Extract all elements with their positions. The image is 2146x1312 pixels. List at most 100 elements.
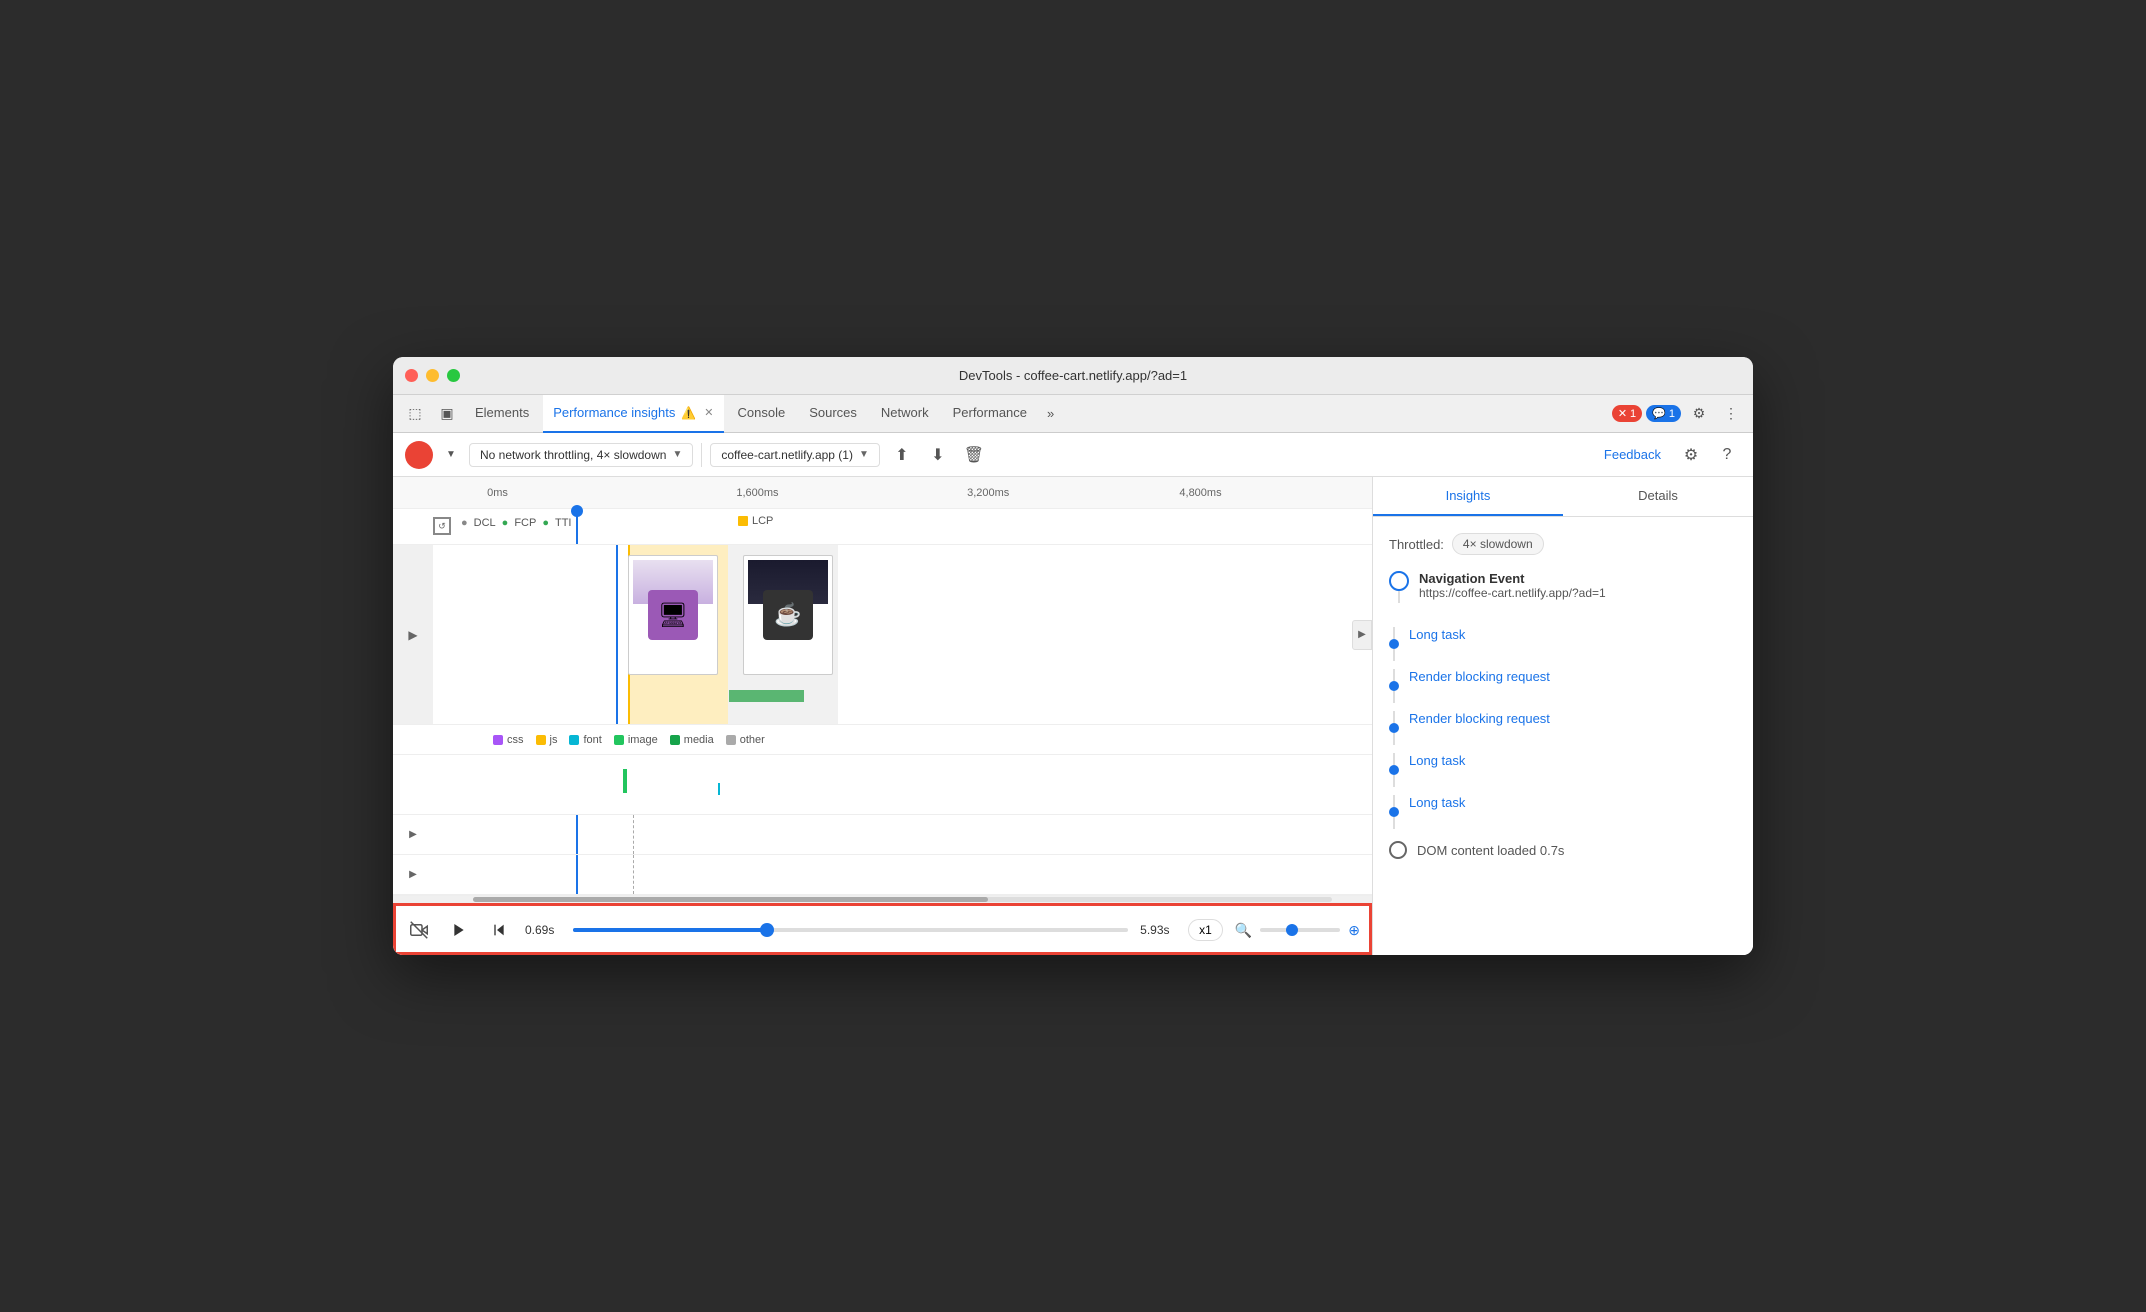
end-time: 5.93s [1140,923,1176,937]
skip-to-start-button[interactable] [485,916,513,944]
tab-console[interactable]: Console [728,395,796,433]
minimize-button[interactable] [426,369,439,382]
devtools-window: DevTools - coffee-cart.netlify.app/?ad=1… [393,357,1753,955]
timeline-header: 0ms 1,600ms 3,200ms 4,800ms [393,477,1372,509]
record-dropdown[interactable]: ▼ [441,445,461,465]
tab-insights[interactable]: Insights [1373,477,1563,516]
current-time: 0.69s [525,923,561,937]
net-bar-font [718,783,720,795]
dcm-icon [1389,841,1407,859]
zoom-thumb[interactable] [1286,924,1298,936]
other-color [726,735,736,745]
slider-thumb[interactable] [760,923,774,937]
tab-warning-icon: ⚠️ [681,406,696,420]
playback-slider[interactable] [573,928,1128,932]
nav-event-line [1398,591,1400,603]
scroll-track[interactable] [473,897,1332,902]
item4-line-top [1393,795,1395,807]
nav-event-title: Navigation Event [1419,571,1737,586]
main-content: 0ms 1,600ms 3,200ms 4,800ms ↺ ● [393,477,1753,955]
throttle-dropdown[interactable]: No network throttling, 4× slowdown ▼ [469,443,693,467]
legend-row: css js font image media [393,725,1372,755]
expand-row1[interactable]: ▶ [393,815,433,854]
panel-tabs: Insights Details [1373,477,1753,517]
camera-off-icon[interactable] [405,916,433,944]
play-button[interactable] [445,916,473,944]
green-progress-bar [729,690,804,702]
title-bar: DevTools - coffee-cart.netlify.app/?ad=1 [393,357,1753,395]
item3-dot [1389,765,1399,775]
screenshot-2-icon: ☕ [763,590,813,640]
long-task-link-0[interactable]: Long task [1409,627,1465,642]
maximize-button[interactable] [447,369,460,382]
tab-performance-insights[interactable]: Performance insights ⚠️ ✕ [543,395,723,433]
speed-button[interactable]: x1 [1188,919,1223,941]
right-panel: Insights Details Throttled: 4× slowdown [1373,477,1753,955]
zoom-slider[interactable] [1260,928,1340,932]
settings2-icon[interactable]: ⚙ [1677,441,1705,469]
tab-bar: ⬚ ▣ Elements Performance insights ⚠️ ✕ C… [393,395,1753,433]
fcp-label: FCP [514,517,536,529]
font-color [569,735,579,745]
upload-icon[interactable]: ⬆ [888,441,916,469]
chat-badge[interactable]: 💬 1 [1646,405,1681,422]
long-task-link-1[interactable]: Long task [1409,753,1465,768]
feedback-link[interactable]: Feedback [1604,447,1661,462]
expand-row2[interactable]: ▶ [393,855,433,894]
toolbar-divider [701,443,702,467]
tab-network[interactable]: Network [871,395,939,433]
nav-event-icon [1389,571,1409,591]
timeline-scrollbar[interactable] [393,895,1372,903]
tab-performance[interactable]: Performance [943,395,1037,433]
render-blocking-1[interactable]: Render blocking request [1409,711,1550,726]
inspect-icon[interactable]: ▣ [433,400,461,428]
tab-details[interactable]: Details [1563,477,1753,516]
cursor-icon[interactable]: ⬚ [401,400,429,428]
download-icon[interactable]: ⬇ [924,441,952,469]
collapse-arrow[interactable]: ▶ [1352,620,1372,650]
tab-sources[interactable]: Sources [799,395,867,433]
legend-js: js [536,734,558,746]
slider-fill [573,928,767,932]
tab-close-icon[interactable]: ✕ [704,406,713,419]
item3-timeline [1389,753,1399,787]
item1-line-top [1393,669,1395,681]
target-dropdown[interactable]: coffee-cart.netlify.app (1) ▼ [710,443,880,467]
zoom-in-icon[interactable]: ⊕ [1348,922,1360,939]
item3-line-top [1393,753,1395,765]
help-icon[interactable]: ? [1713,441,1741,469]
long-task-link-2[interactable]: Long task [1409,795,1465,810]
zoom-controls: 🔍 ⊕ [1235,922,1360,939]
time-marker-1: 1,600ms [736,487,778,499]
playback-bar: 0.69s 5.93s x1 🔍 ⊕ [393,903,1372,955]
timeline-item-3: Long task [1389,749,1737,791]
nav-event-url: https://coffee-cart.netlify.app/?ad=1 [1419,586,1737,600]
small-row-1: ▶ [393,815,1372,855]
error-badge[interactable]: ✕ 1 [1612,405,1642,422]
item0-line-top [1393,627,1395,639]
record-button[interactable] [405,441,433,469]
scroll-thumb[interactable] [473,897,988,902]
tab-elements[interactable]: Elements [465,395,539,433]
item4-dot [1389,807,1399,817]
item0-timeline [1389,627,1399,661]
render-blocking-0[interactable]: Render blocking request [1409,669,1550,684]
milestone-row: ↺ ● DCL ● FCP ● TTI LCP [393,509,1372,545]
time-marker-2: 3,200ms [967,487,1009,499]
throttle-row: Throttled: 4× slowdown [1389,533,1737,555]
timeline-item-1: Render blocking request [1389,665,1737,707]
screenshots-expand[interactable]: ▶ [393,545,433,724]
more-options-icon[interactable]: ⋮ [1717,400,1745,428]
cursor-handle[interactable] [571,505,583,517]
item2-line-bottom [1393,733,1395,745]
settings-icon[interactable]: ⚙ [1685,400,1713,428]
delete-icon[interactable]: 🗑 [960,441,988,469]
timeline-item-0: Long task [1389,623,1737,665]
traffic-lights [405,369,460,382]
close-button[interactable] [405,369,418,382]
screenshots-area: 🖥 ☕ [433,545,1372,724]
more-tabs-button[interactable]: » [1041,406,1060,421]
image-color [614,735,624,745]
dashed-row2 [633,855,634,894]
zoom-out-icon[interactable]: 🔍 [1235,922,1252,939]
